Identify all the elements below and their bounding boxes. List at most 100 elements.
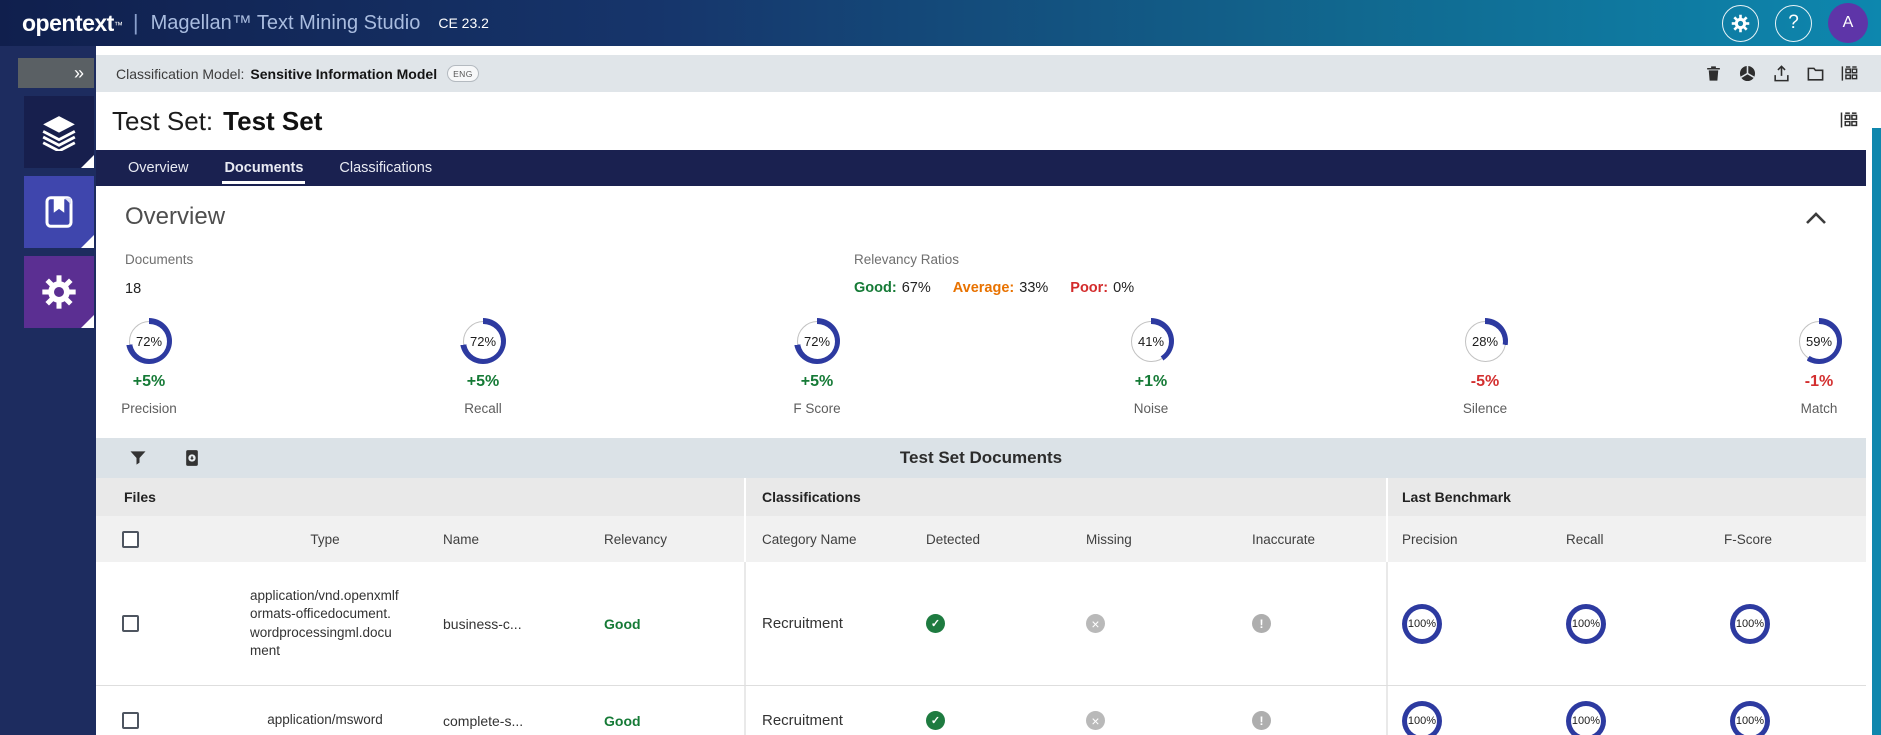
noise-delta: +1% xyxy=(1134,373,1168,390)
tab-documents[interactable]: Documents xyxy=(206,150,321,186)
app-header: opentext ™ | Magellan™ Text Mining Studi… xyxy=(0,0,1881,46)
missing-cross-icon: × xyxy=(1086,711,1105,730)
precision-gauge: 72% xyxy=(126,318,172,364)
fscore-gauge: 72% xyxy=(794,318,840,364)
group-last-benchmark: Last Benchmark xyxy=(1402,489,1511,505)
col-category-name: Category Name xyxy=(762,531,857,547)
table-column-header: Type Name Relevancy Category Name Detect… xyxy=(96,516,1866,562)
header-actions: ? A xyxy=(1722,0,1868,46)
col-recall: Recall xyxy=(1566,531,1604,547)
col-detected: Detected xyxy=(926,531,981,547)
page-title-label: Test Set: xyxy=(112,105,214,136)
file-name: business-c... xyxy=(443,615,522,632)
export-icon[interactable] xyxy=(1772,64,1791,83)
row-checkbox[interactable] xyxy=(122,615,139,632)
category-name: Recruitment xyxy=(762,615,843,632)
documents-count: 18 xyxy=(125,281,142,297)
match-delta: -1% xyxy=(1804,373,1834,390)
file-type: application/msword xyxy=(267,712,383,728)
relevancy-ratios-label: Relevancy Ratios xyxy=(854,252,960,267)
inaccurate-exclamation-icon: ! xyxy=(1252,614,1271,633)
breadcrumb: Classification Model: Sensitive Informat… xyxy=(96,55,1881,92)
metric-silence: 28% -5% Silence xyxy=(1425,318,1545,416)
precision-label: Precision xyxy=(121,401,177,416)
select-all-checkbox[interactable] xyxy=(122,530,139,548)
folder-icon[interactable] xyxy=(1806,64,1825,83)
noise-gauge: 41% xyxy=(1128,318,1174,364)
metric-match: 59% -1% Match xyxy=(1759,318,1879,416)
relevancy-good: Good: 67% xyxy=(854,280,931,296)
precision-delta: +5% xyxy=(132,373,166,390)
sidebar-item-library[interactable] xyxy=(24,176,94,248)
fscore-benchmark-gauge: 100% xyxy=(1730,700,1770,735)
column-settings-icon[interactable] xyxy=(1840,64,1859,83)
product-name: Magellan™ Text Mining Studio xyxy=(150,11,421,34)
col-type: Type xyxy=(310,531,340,547)
trash-icon[interactable] xyxy=(1704,64,1723,83)
breadcrumb-model-name: Sensitive Information Model xyxy=(250,65,438,82)
metric-precision: 72% +5% Precision xyxy=(89,318,209,416)
missing-cross-icon: × xyxy=(1086,614,1105,633)
row-checkbox[interactable] xyxy=(122,712,139,729)
settings-button[interactable] xyxy=(1722,4,1759,42)
recall-delta: +5% xyxy=(466,373,500,390)
col-relevancy: Relevancy xyxy=(604,531,668,547)
breadcrumb-actions xyxy=(1704,64,1859,83)
recall-benchmark-gauge: 100% xyxy=(1566,700,1606,735)
app-window: opentext ™ | Magellan™ Text Mining Studi… xyxy=(0,0,1881,735)
documents-table: Test Set Documents Files Classifications… xyxy=(96,438,1866,735)
precision-benchmark-gauge: 100% xyxy=(1402,603,1442,644)
tab-bar: Overview Documents Classifications xyxy=(96,150,1866,186)
relevancy-ratios: Good: 67% Average: 33% Poor: 0% xyxy=(854,280,1134,296)
relevancy-poor: Poor: 0% xyxy=(1070,280,1135,296)
expand-chevrons-icon: » xyxy=(73,62,84,83)
logo-divider: | xyxy=(132,10,139,35)
fscore-label: F Score xyxy=(793,401,841,416)
recall-gauge: 72% xyxy=(460,318,506,364)
relevancy-value: Good xyxy=(604,712,641,729)
table-group-header: Files Classifications Last Benchmark xyxy=(96,478,1866,516)
group-files: Files xyxy=(124,489,156,505)
detected-check-icon: ✓ xyxy=(926,711,945,730)
col-name: Name xyxy=(443,531,480,547)
breadcrumb-label: Classification Model: xyxy=(116,65,245,82)
tab-overview[interactable]: Overview xyxy=(110,150,206,186)
match-gauge: 59% xyxy=(1796,318,1842,364)
metric-noise: 41% +1% Noise xyxy=(1091,318,1211,416)
recall-benchmark-gauge: 100% xyxy=(1566,603,1606,644)
sidebar: » xyxy=(0,46,96,735)
tab-classifications[interactable]: Classifications xyxy=(321,150,450,186)
user-avatar[interactable]: A xyxy=(1828,3,1868,43)
silence-gauge: 28% xyxy=(1462,318,1508,364)
help-button[interactable]: ? xyxy=(1775,4,1812,42)
sidebar-item-models[interactable] xyxy=(24,96,94,168)
table-toolbar: Test Set Documents xyxy=(96,438,1866,478)
col-precision: Precision xyxy=(1402,531,1458,547)
table-row[interactable]: application/msword complete-s... Good Re… xyxy=(96,686,1866,735)
vertical-scrollbar[interactable] xyxy=(1872,128,1881,735)
match-label: Match xyxy=(1800,401,1838,416)
file-name: complete-s... xyxy=(443,712,524,729)
gear-icon xyxy=(42,275,76,309)
detected-check-icon: ✓ xyxy=(926,614,945,633)
relevancy-value: Good xyxy=(604,615,641,632)
collapse-chevron-icon[interactable] xyxy=(1805,210,1827,226)
inaccurate-exclamation-icon: ! xyxy=(1252,711,1271,730)
relevancy-average: Average: 33% xyxy=(952,280,1049,296)
col-fscore: F-Score xyxy=(1724,531,1773,547)
gear-icon xyxy=(1731,14,1750,32)
sidebar-expand-button[interactable]: » xyxy=(18,58,94,88)
column-settings-icon[interactable] xyxy=(1839,110,1859,130)
silence-delta: -5% xyxy=(1470,373,1500,390)
precision-benchmark-gauge: 100% xyxy=(1402,700,1442,735)
documents-label: Documents xyxy=(125,252,194,267)
category-name: Recruitment xyxy=(762,712,843,729)
sidebar-item-settings[interactable] xyxy=(24,256,94,328)
help-icon: ? xyxy=(1788,12,1799,33)
fscore-delta: +5% xyxy=(800,373,834,390)
globe-icon[interactable] xyxy=(1738,64,1757,83)
table-row[interactable]: application/vnd.openxmlformats-officedoc… xyxy=(96,562,1866,686)
col-missing: Missing xyxy=(1086,531,1132,547)
fscore-benchmark-gauge: 100% xyxy=(1730,603,1770,644)
page-title-value: Test Set xyxy=(223,105,323,136)
